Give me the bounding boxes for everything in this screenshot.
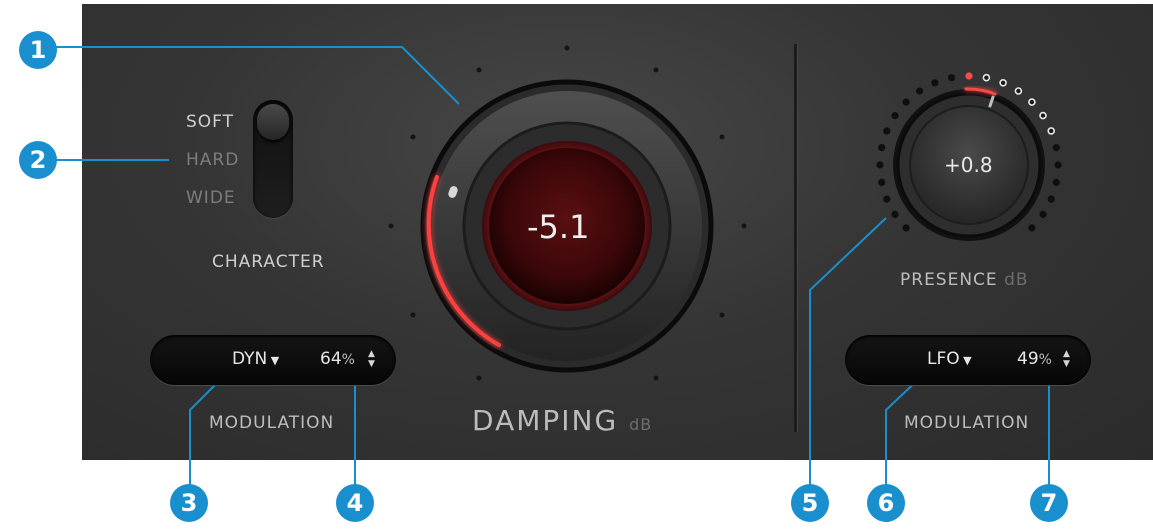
callout-7: 7 bbox=[1030, 484, 1068, 522]
presence-scale-dot bbox=[891, 112, 899, 120]
callout-3: 3 bbox=[170, 484, 208, 522]
stepper-arrows-icon[interactable]: ▲ ▼ bbox=[1063, 349, 1070, 369]
callout-6: 6 bbox=[867, 484, 905, 522]
stepper-arrows-icon[interactable]: ▲ ▼ bbox=[368, 349, 375, 369]
presence-scale-dot bbox=[1052, 144, 1060, 152]
modulation-amount-right-unit: % bbox=[1038, 352, 1052, 368]
presence-scale-dot bbox=[1054, 161, 1062, 169]
presence-scale-dot bbox=[1052, 178, 1060, 186]
callout-5: 5 bbox=[791, 484, 829, 522]
presence-scale-dot bbox=[999, 79, 1007, 87]
presence-value: +0.8 bbox=[944, 153, 993, 177]
callout-1: 1 bbox=[19, 31, 57, 69]
presence-scale-dot bbox=[1039, 210, 1047, 218]
modulation-amount-left-unit: % bbox=[341, 352, 355, 368]
presence-scale-dot bbox=[1047, 127, 1055, 135]
presence-scale-dot bbox=[883, 195, 891, 203]
modulation-amount-right[interactable]: 49% bbox=[1017, 349, 1052, 369]
character-toggle-knob[interactable] bbox=[257, 104, 289, 140]
modulation-label-left: MODULATION bbox=[209, 413, 335, 433]
presence-scale-dot bbox=[883, 127, 891, 135]
presence-scale-dot bbox=[948, 74, 956, 82]
presence-scale-dot bbox=[902, 224, 910, 232]
callout-2: 2 bbox=[19, 141, 57, 179]
dropdown-arrow-icon: ▼ bbox=[959, 354, 972, 367]
modulation-amount-left[interactable]: 64% bbox=[320, 349, 355, 369]
presence-scale-dot bbox=[1028, 224, 1036, 232]
presence-unit: dB bbox=[1004, 270, 1029, 290]
damping-value: -5.1 bbox=[527, 208, 590, 246]
character-label: CHARACTER bbox=[212, 252, 325, 272]
character-option-soft[interactable]: SOFT bbox=[186, 112, 234, 132]
presence-scale-dot bbox=[891, 210, 899, 218]
character-toggle[interactable] bbox=[253, 100, 293, 218]
presence-label: PRESENCE dB bbox=[900, 270, 1029, 290]
modulation-control-right: LFO ▼ 49% ▲ ▼ bbox=[845, 335, 1091, 385]
damping-label-text: DAMPING bbox=[472, 404, 619, 437]
presence-scale-dot bbox=[982, 73, 991, 82]
character-option-hard[interactable]: HARD bbox=[186, 150, 239, 170]
modulation-amount-right-value: 49 bbox=[1017, 349, 1039, 369]
modulation-control-left: DYN ▼ 64% ▲ ▼ bbox=[150, 335, 396, 385]
presence-label-text: PRESENCE bbox=[900, 270, 998, 290]
modulation-mode-right-text: LFO bbox=[927, 349, 960, 369]
presence-scale-dot bbox=[931, 79, 939, 87]
callout-4: 4 bbox=[336, 484, 374, 522]
character-option-wide[interactable]: WIDE bbox=[186, 188, 236, 208]
damping-unit: dB bbox=[629, 415, 653, 434]
modulation-mode-left-text: DYN bbox=[232, 349, 268, 369]
modulation-mode-left[interactable]: DYN ▼ bbox=[232, 349, 279, 369]
presence-scale-dot bbox=[1028, 98, 1036, 106]
presence-scale-dot bbox=[965, 72, 973, 80]
modulation-amount-left-value: 64 bbox=[320, 349, 342, 369]
presence-scale-dot bbox=[1039, 111, 1047, 120]
modulation-label-right: MODULATION bbox=[904, 413, 1030, 433]
presence-scale-dot bbox=[1014, 87, 1023, 95]
presence-scale-dot bbox=[916, 87, 924, 95]
presence-scale-dot bbox=[876, 161, 884, 169]
presence-scale-dot bbox=[902, 98, 910, 106]
presence-scale-dot bbox=[878, 144, 886, 152]
damping-label: DAMPING dB bbox=[472, 404, 652, 437]
presence-scale-dot bbox=[1047, 195, 1055, 203]
controls-graphics bbox=[56, 45, 1062, 490]
modulation-mode-right[interactable]: LFO ▼ bbox=[927, 349, 972, 369]
dropdown-arrow-icon: ▼ bbox=[267, 354, 280, 367]
presence-scale-dot bbox=[878, 178, 886, 186]
